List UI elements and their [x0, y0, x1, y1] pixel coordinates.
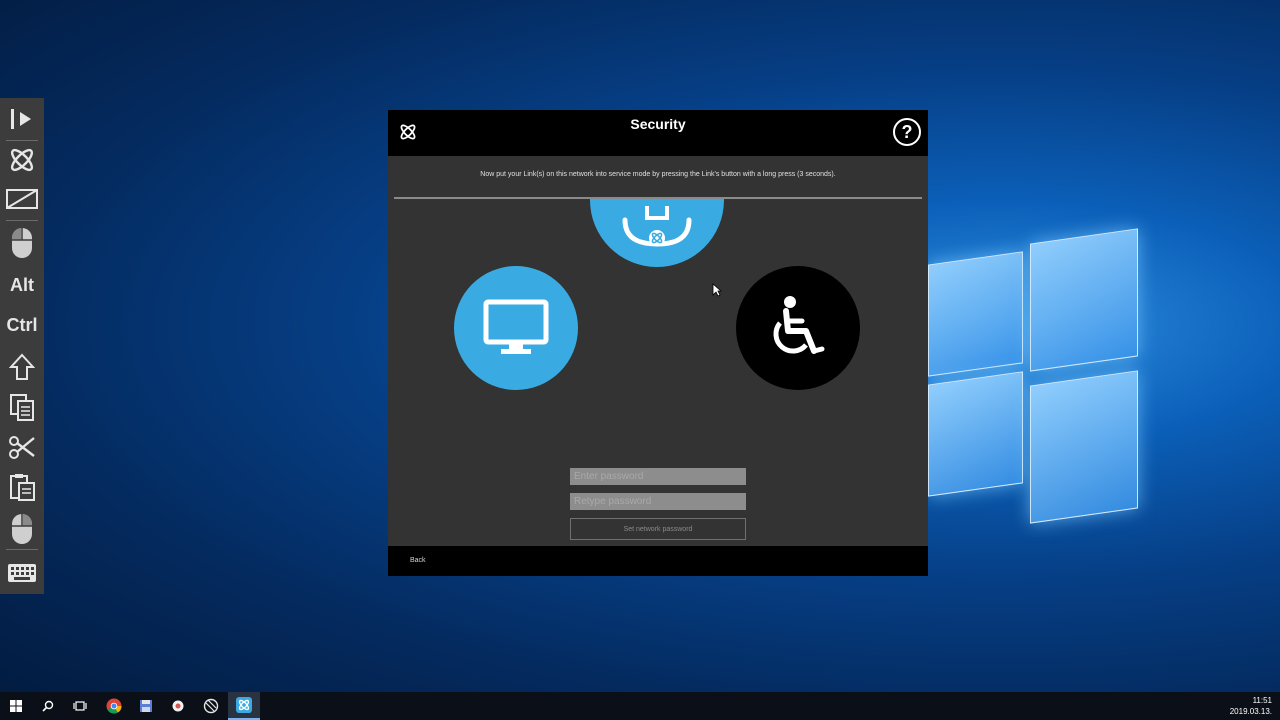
system-clock[interactable]: 11:51 2019.03.13.	[1230, 695, 1272, 717]
wheelchair-icon	[773, 296, 825, 354]
floppy-disk-icon	[140, 700, 152, 712]
taskbar: 11:51 2019.03.13.	[0, 692, 1280, 720]
help-button[interactable]: ?	[893, 118, 921, 146]
windows-wallpaper-logo	[928, 228, 1143, 528]
paste-icon	[10, 474, 35, 501]
shift-arrow-icon	[9, 353, 35, 380]
mouse-left-icon	[11, 228, 32, 258]
link-device-icon	[622, 206, 692, 247]
mouse-right-button[interactable]	[0, 510, 44, 548]
dialog-footer: Back	[388, 546, 928, 576]
aperture-icon	[203, 698, 219, 714]
retype-password-input[interactable]	[570, 493, 746, 510]
scissors-icon	[9, 436, 35, 459]
paste-button[interactable]	[0, 468, 44, 506]
app-circle-icon	[172, 700, 184, 712]
monitor-icon	[483, 299, 549, 354]
clock-time: 11:51	[1252, 696, 1272, 705]
cut-button[interactable]	[0, 428, 44, 466]
set-network-password-button[interactable]: Set network password	[570, 518, 746, 540]
security-dialog: Security ? Now put your Link(s) on this …	[388, 110, 928, 576]
instruction-text: Now put your Link(s) on this network int…	[480, 171, 836, 178]
accessibility-option[interactable]	[736, 266, 860, 390]
search-icon	[42, 700, 54, 712]
app-logo-icon	[236, 697, 252, 713]
password-input[interactable]	[570, 468, 746, 485]
taskbar-chrome[interactable]	[98, 692, 130, 720]
windows-start-icon	[10, 700, 22, 712]
clock-date: 2019.03.13.	[1229, 707, 1272, 716]
ctrl-key-button[interactable]: Ctrl	[0, 306, 44, 344]
alt-key-button[interactable]: Alt	[0, 266, 44, 304]
device-selection-area	[388, 199, 928, 459]
dialog-title: Security	[630, 116, 686, 132]
play-button[interactable]	[0, 100, 44, 138]
keyboard-icon	[8, 564, 36, 582]
app-logo-icon	[10, 148, 34, 172]
computer-option[interactable]	[454, 266, 578, 390]
taskbar-app[interactable]	[162, 692, 194, 720]
chrome-icon	[106, 698, 122, 714]
mouse-left-button[interactable]	[0, 224, 44, 262]
display-off-button[interactable]	[0, 180, 44, 218]
start-button[interactable]	[0, 692, 32, 720]
task-view-icon	[73, 701, 87, 711]
dialog-header: Security ?	[388, 110, 928, 156]
remote-toolbar: Alt Ctrl	[0, 98, 44, 594]
app-logo-button[interactable]	[0, 141, 44, 179]
back-button[interactable]: Back	[410, 557, 426, 564]
taskbar-active-app[interactable]	[228, 692, 260, 720]
link-device-option[interactable]	[590, 199, 724, 267]
play-icon	[11, 109, 31, 129]
taskbar-app-2[interactable]	[195, 692, 227, 720]
mouse-right-icon	[12, 514, 33, 544]
search-button[interactable]	[32, 692, 64, 720]
keyboard-button[interactable]	[0, 554, 44, 592]
taskbar-save-app[interactable]	[130, 692, 162, 720]
mouse-cursor-icon	[712, 283, 722, 297]
shift-key-button[interactable]	[0, 348, 44, 386]
copy-icon	[10, 394, 34, 421]
copy-button[interactable]	[0, 388, 44, 426]
display-off-icon	[6, 189, 38, 209]
task-view-button[interactable]	[64, 692, 96, 720]
